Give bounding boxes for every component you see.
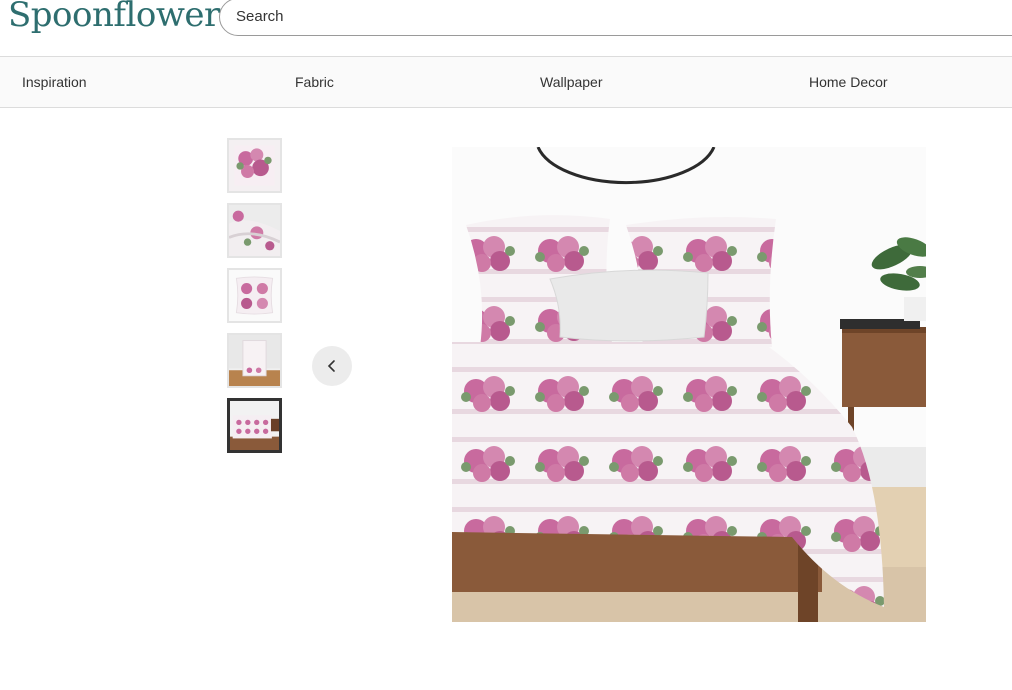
thumbnail-pillow[interactable]	[227, 268, 282, 323]
spoonflower-logo[interactable]: Spoonflower	[8, 0, 220, 35]
search-bar[interactable]	[219, 0, 1012, 36]
duvet-bed-icon	[230, 401, 279, 450]
fabric-swatch-icon	[229, 140, 280, 191]
tablecloth-icon	[229, 335, 280, 386]
thumbnail-fabric-drape[interactable]	[227, 203, 282, 258]
pillow-icon	[229, 270, 280, 321]
thumbnail-fabric-swatch[interactable]	[227, 138, 282, 193]
duvet-bed-scene-image	[452, 147, 926, 622]
main-product-image[interactable]	[452, 147, 926, 622]
site-header: Spoonflower	[0, 0, 1012, 57]
nav-item-wallpaper[interactable]: Wallpaper	[540, 74, 603, 90]
search-input[interactable]	[236, 8, 996, 25]
main-nav: Inspiration Fabric Wallpaper Home Decor	[0, 57, 1012, 108]
nav-item-home-decor[interactable]: Home Decor	[809, 74, 888, 90]
thumbnail-tablecloth[interactable]	[227, 333, 282, 388]
nav-item-fabric[interactable]: Fabric	[295, 74, 334, 90]
nav-item-inspiration[interactable]: Inspiration	[22, 74, 87, 90]
chevron-left-icon	[327, 360, 335, 372]
previous-image-button[interactable]	[312, 346, 352, 386]
thumbnail-duvet-bed[interactable]	[227, 398, 282, 453]
fabric-drape-icon	[229, 205, 280, 256]
